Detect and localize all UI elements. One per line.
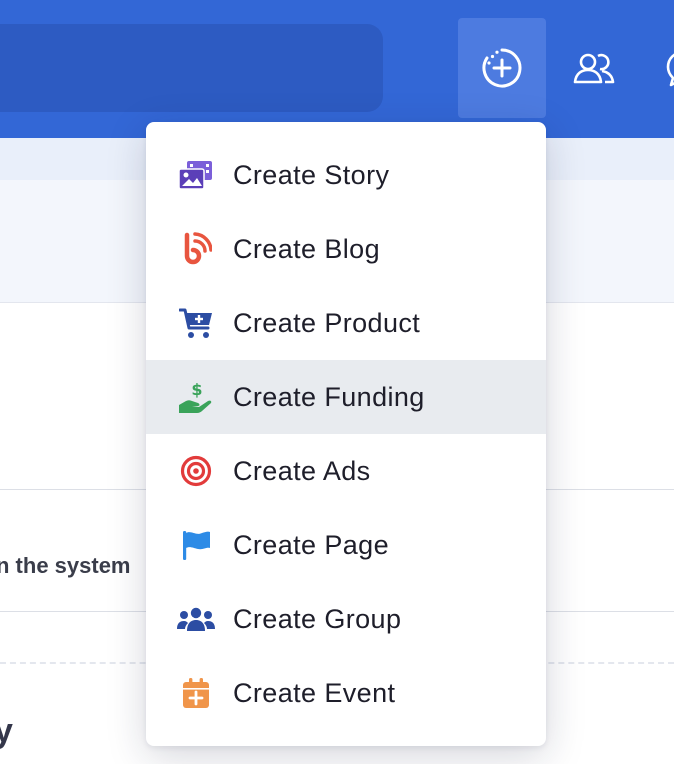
menu-item-label: Create Product: [233, 307, 421, 338]
cart-plus-icon: [176, 303, 216, 343]
group-users-icon: [176, 599, 216, 639]
chat-icon: [666, 53, 674, 87]
story-images-icon: [176, 155, 216, 195]
menu-item-label: Create Group: [233, 603, 402, 634]
menu-item-label: Create Blog: [233, 233, 380, 264]
menu-item-label: Create Event: [233, 677, 396, 708]
menu-item-create-funding[interactable]: $ Create Funding: [146, 360, 546, 434]
hand-dollar-icon: $: [176, 377, 216, 417]
menu-item-create-ads[interactable]: Create Ads: [146, 434, 546, 508]
friends-icon: [573, 53, 615, 84]
plus-circle-icon: [482, 48, 522, 88]
create-dropdown-menu: Create Story Create Blog Create Product: [146, 122, 546, 746]
create-menu-button[interactable]: [458, 18, 546, 118]
background-heading: y: [0, 712, 13, 750]
blog-rss-icon: [176, 229, 216, 269]
flag-icon: [176, 525, 216, 565]
menu-item-create-product[interactable]: Create Product: [146, 286, 546, 360]
top-header: [0, 0, 674, 138]
calendar-plus-icon: [176, 673, 216, 713]
menu-item-create-group[interactable]: Create Group: [146, 582, 546, 656]
menu-item-create-page[interactable]: Create Page: [146, 508, 546, 582]
chat-button[interactable]: [640, 18, 674, 118]
menu-item-label: Create Funding: [233, 381, 425, 412]
svg-text:$: $: [191, 380, 202, 399]
friends-button[interactable]: [550, 18, 638, 118]
menu-item-create-event[interactable]: Create Event: [146, 656, 546, 730]
menu-item-label: Create Page: [233, 529, 389, 560]
menu-item-label: Create Story: [233, 159, 390, 190]
menu-item-create-story[interactable]: Create Story: [146, 138, 546, 212]
background-text: n the system: [0, 553, 131, 578]
search-bar[interactable]: [0, 24, 383, 112]
menu-item-create-blog[interactable]: Create Blog: [146, 212, 546, 286]
menu-item-label: Create Ads: [233, 455, 371, 486]
target-icon: [176, 451, 216, 491]
